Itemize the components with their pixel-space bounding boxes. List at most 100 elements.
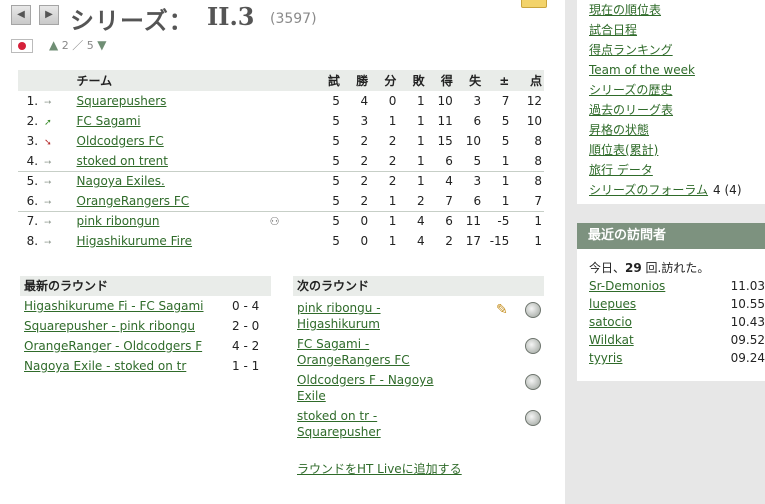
cell-played: 5 [313,151,342,172]
cell-ga: 6 [454,191,484,212]
row-position: 5. [26,174,39,189]
pencil-icon[interactable]: ✎ [496,302,512,318]
cell-played: 5 [313,191,342,212]
cell-diff: 5 [501,114,510,128]
row-position: 1. [26,94,39,108]
series-code: II.3 [207,2,255,31]
magnifier-icon[interactable] [525,302,541,318]
visitor-link[interactable]: Wildkat [589,333,634,347]
team-link[interactable]: Higashikurume Fire [77,234,193,248]
row-position: 4. [18,151,45,172]
sidebar-link[interactable]: 順位表(累計) [589,143,658,157]
magnifier-icon[interactable] [525,374,541,390]
visitor-link[interactable]: luepues [589,297,636,311]
visit-time: 11.03 [730,279,765,293]
level-up-icon[interactable]: ▲ [49,38,58,52]
cell-drawn: 1 [388,114,397,128]
sidebar-link[interactable]: 現在の順位表 [589,3,661,17]
sidebar-link-item: 旅行 データ [589,161,653,179]
cell-won: 2 [341,151,371,172]
table-row: 3. ➘ Oldcodgers FC 5 2 2 1 15 10 5 8 [18,131,544,151]
green-up-arrow-icon: ➚ [44,118,52,128]
col-lost: 敗 [398,70,427,91]
note-icon[interactable] [521,0,547,8]
col-ga: 失 [454,70,484,91]
match-link[interactable]: Higashikurume Fi - FC Sagami [24,296,204,316]
visitor-link[interactable]: Sr-Demonios [589,279,665,293]
cell-played: 5 [332,134,340,148]
add-to-ht-live-link[interactable]: ラウンドをHT Liveに追加する [297,460,462,477]
sidebar-link-item: 得点ランキング [589,41,673,59]
col-won: 勝 [341,70,371,91]
visit-time: 09.52 [730,333,765,347]
team-link[interactable]: Nagoya Exiles. [77,174,165,188]
visitor-link[interactable]: tyyris [589,351,622,365]
sidebar-link[interactable]: 昇格の状態 [589,123,649,137]
sidebar-link-item: シリーズの歴史 [589,81,672,99]
match-link[interactable]: OrangeRanger - Oldcodgers F [24,336,202,356]
gray-arrow-icon: ➙ [44,197,52,208]
row-position: 2. [26,114,39,128]
cell-lost: 1 [398,151,427,172]
sidebar-link[interactable]: シリーズの歴史 [589,83,672,97]
cell-played: 5 [332,94,340,108]
level-down-icon[interactable]: ▼ [97,38,106,52]
col-pts: 点 [511,70,544,91]
col-pos [18,70,45,91]
match-link[interactable]: Nagoya Exile - stoked on tr [24,356,186,376]
cell-pts: 8 [534,174,542,189]
match-link[interactable]: pink ribongu - Higashikurum [293,300,453,332]
team-link[interactable]: OrangeRangers FC [77,194,190,208]
cell-gf: 6 [426,151,455,172]
team-link[interactable]: pink ribongun [77,214,160,228]
cell-won: 2 [360,134,369,148]
team-icon-cell [238,91,314,111]
cell-lost: 1 [416,174,425,189]
col-gf: 得 [426,70,455,91]
sidebar-link[interactable]: 旅行 データ [589,163,653,177]
match-link[interactable]: Oldcodgers F - Nagoya Exile [293,372,453,404]
team-link[interactable]: FC Sagami [77,114,141,128]
match-link[interactable]: FC Sagami - OrangeRangers FC [293,336,453,368]
sidebar-link[interactable]: 試合日程 [589,23,637,37]
sidebar-link[interactable]: 得点ランキング [589,43,673,57]
cell-diff: 1 [501,174,510,189]
previous-series-button[interactable]: ◀ [11,5,31,25]
cell-pts: 8 [511,151,544,172]
cell-ga: 3 [473,94,482,108]
sidebar-link[interactable]: Team of the week [589,63,695,77]
japan-flag-icon[interactable] [11,39,33,53]
cell-won: 3 [360,114,369,128]
sidebar-link[interactable]: 過去のリーグ表 [589,103,673,117]
cell-lost: 4 [416,234,425,248]
team-link[interactable]: stoked on trent [77,154,168,168]
cell-pts: 1 [534,214,542,229]
table-row: 1. ➙ Squarepushers 5 4 0 1 10 3 7 12 [18,91,544,111]
col-drawn: 分 [370,70,399,91]
cell-played: 5 [332,114,340,128]
match-score: 1 - 1 [232,359,260,373]
next-round-list: pink ribongu - Higashikurum ✎ FC Sagami - … [293,296,544,440]
cell-drawn: 1 [388,234,397,248]
team-link[interactable]: Oldcodgers FC [77,134,164,148]
sidebar-link-item: 現在の順位表 [589,1,661,19]
visitor-link[interactable]: satocio [589,315,632,329]
sidebar-link[interactable]: シリーズのフォーラム [589,183,708,197]
magnifier-icon[interactable] [525,410,541,426]
cell-drawn: 1 [388,214,397,229]
match-link[interactable]: stoked on tr - Squarepusher [293,408,453,440]
trend-cell: ➚ [44,111,74,131]
team-icon-cell: ⚇ [238,211,314,231]
match-link[interactable]: Squarepusher - pink ribongu [24,316,195,336]
cell-won: 2 [360,174,369,189]
cell-diff: 1 [483,191,512,212]
latest-match-row: Nagoya Exile - stoked on tr 1 - 1 [20,356,271,376]
left-arrow-icon: ◀ [17,9,25,20]
table-row: 4. ➙ stoked on trent 5 2 2 1 6 5 1 8 [18,151,544,172]
magnifier-icon[interactable] [525,338,541,354]
next-series-button[interactable]: ▶ [39,5,59,25]
table-row: 5. ➙ Nagoya Exiles. 5 2 2 1 4 3 1 8 [18,171,544,191]
person-icon[interactable]: ⚇ [268,216,282,228]
cell-played: 5 [332,214,340,229]
team-link[interactable]: Squarepushers [77,94,167,108]
